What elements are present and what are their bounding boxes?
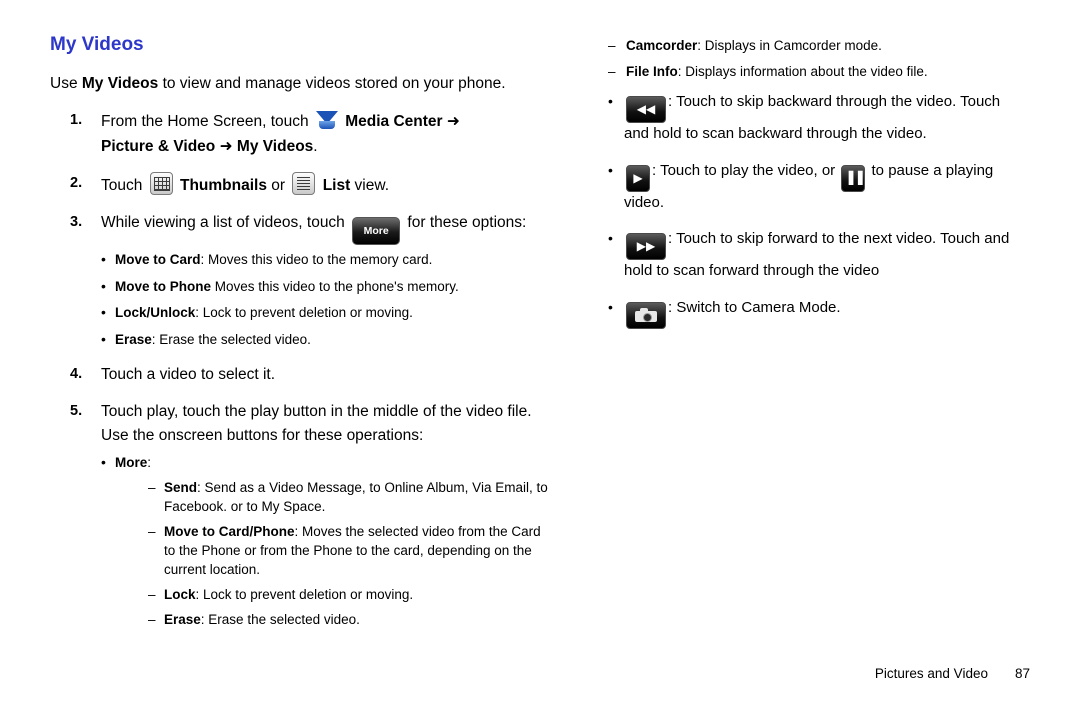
option-bold: Move to Phone: [115, 278, 212, 294]
sub-bold: Erase: [164, 611, 201, 627]
pause-icon[interactable]: ▐▐: [841, 164, 866, 192]
step-1-part1: From the Home Screen, touch: [101, 113, 313, 131]
more-colon: :: [147, 454, 152, 470]
skip-backward-icon[interactable]: ◀◀: [626, 96, 666, 124]
step-3-number: 3.: [70, 214, 83, 231]
intro-prefix: Use: [50, 75, 82, 92]
option-bold: Erase: [115, 331, 152, 347]
manual-page: My Videos Use My Videos to view and mana…: [0, 0, 1080, 720]
step-3: 3. While viewing a list of videos, touch…: [50, 211, 550, 349]
right-column: Camcorder: Displays in Camcorder mode. F…: [608, 36, 1028, 343]
sub-bold: Lock: [164, 586, 196, 602]
step-5-text: Touch play, touch the play button in the…: [101, 402, 532, 444]
step-1-bold1: Media Center: [345, 113, 443, 131]
step-4: 4. Touch a video to select it.: [50, 363, 550, 387]
play-icon[interactable]: ▶: [626, 164, 650, 192]
more-button[interactable]: More: [352, 217, 401, 246]
list-item: File Info: Displays information about th…: [608, 62, 1028, 81]
list-item: Move to Card: Moves this video to the me…: [101, 249, 550, 270]
skip-forward-icon[interactable]: ▶▶: [626, 233, 666, 261]
list-item: Erase: Erase the selected video.: [101, 329, 550, 350]
option-text: : Erase the selected video.: [151, 331, 311, 347]
list-item: : Switch to Camera Mode.: [608, 297, 1028, 329]
step-1-text: From the Home Screen, touch Media Center…: [101, 110, 460, 156]
option-text: Moves this video to the phone's memory.: [211, 278, 459, 294]
sub-text: : Lock to prevent deletion or moving.: [195, 586, 414, 602]
step-1-end: .: [313, 138, 318, 156]
list-item: Lock/Unlock: Lock to prevent deletion or…: [101, 302, 550, 323]
list-item: Lock: Lock to prevent deletion or moving…: [148, 586, 550, 605]
sub-bold: Move to Card/Phone: [164, 523, 295, 539]
dash-text: : Displays in Camcorder mode.: [697, 38, 882, 53]
option-bold: Lock/Unlock: [115, 305, 196, 321]
page-title: My Videos: [50, 34, 144, 55]
step-2-mid: or: [266, 177, 290, 195]
dash-text: : Displays information about the video f…: [677, 64, 928, 80]
step-2-bold2: List: [322, 177, 351, 195]
step-1-arrow1: ➜: [446, 112, 460, 131]
sub-text: : Erase the selected video.: [200, 611, 360, 627]
step-2-text: Touch Thumbnails or List view.: [101, 172, 390, 196]
list-item: ◀◀: Touch to skip backward through the v…: [608, 91, 1028, 146]
step-5-number: 5.: [70, 402, 83, 419]
step-4-text: Touch a video to select it.: [101, 365, 276, 383]
step-4-number: 4.: [70, 365, 83, 382]
list-item: More:: [101, 452, 550, 473]
dash-bold: File Info: [626, 64, 678, 80]
more-label: More: [115, 454, 148, 470]
list-item: Camcorder: Displays in Camcorder mode.: [608, 36, 1028, 55]
camera-mode-text: : Switch to Camera Mode.: [668, 298, 841, 316]
step-3-part1: While viewing a list of videos, touch: [101, 214, 350, 232]
list-item: Erase: Erase the selected video.: [148, 611, 550, 630]
sub-text: : Send as a Video Message, to Online Alb…: [164, 480, 548, 515]
step-3-part2: for these options:: [403, 214, 527, 232]
step-1: 1. From the Home Screen, touch Media Cen…: [50, 109, 550, 159]
right-dash-list: Camcorder: Displays in Camcorder mode. F…: [608, 36, 1028, 81]
step-1-number: 1.: [70, 112, 83, 129]
skip-backward-text: : Touch to skip backward through the vid…: [624, 93, 1001, 143]
step-2-bold1: Thumbnails: [179, 177, 267, 195]
thumbnails-grid-icon[interactable]: [149, 172, 173, 196]
playback-controls-list: ◀◀: Touch to skip backward through the v…: [608, 91, 1028, 329]
intro-suffix: to view and manage videos stored on your…: [158, 75, 506, 92]
footer-section: Pictures and Video: [874, 666, 988, 681]
list-view-icon[interactable]: [292, 172, 316, 196]
step-5-more-list: More:: [101, 452, 550, 473]
step-2-number: 2.: [70, 175, 83, 192]
step-5-sub-list: Send: Send as a Video Message, to Online…: [148, 479, 550, 629]
skip-forward-text: : Touch to skip forward to the next vide…: [624, 230, 1010, 280]
step-5: 5. Touch play, touch the play button in …: [50, 400, 550, 630]
step-1-arrow2: ➜: [219, 137, 233, 156]
page-footer: Pictures and Video 87: [875, 666, 1030, 681]
media-center-icon: [315, 110, 338, 131]
step-1-bold3: My Videos: [236, 138, 314, 156]
sub-bold: Send: [164, 480, 198, 496]
step-2-end: view.: [350, 177, 390, 195]
list-item: ▶: Touch to play the video, or ▐▐ to pau…: [608, 160, 1028, 215]
option-bold: Move to Card: [115, 252, 201, 268]
option-text: : Lock to prevent deletion or moving.: [195, 305, 413, 321]
camera-mode-icon[interactable]: [626, 301, 666, 329]
step-3-text: While viewing a list of videos, touch Mo…: [101, 214, 527, 246]
list-item: Move to Phone Moves this video to the ph…: [101, 276, 550, 297]
list-item: Move to Card/Phone: Moves the selected v…: [148, 523, 550, 580]
list-item: Send: Send as a Video Message, to Online…: [148, 479, 550, 517]
intro-bold: My Videos: [81, 75, 159, 92]
list-item: ▶▶: Touch to skip forward to the next vi…: [608, 228, 1028, 283]
play-text-pre: : Touch to play the video, or: [652, 161, 840, 179]
dash-bold: Camcorder: [626, 38, 698, 53]
step-3-options-list: Move to Card: Moves this video to the me…: [101, 249, 550, 350]
left-column: My Videos Use My Videos to view and mana…: [50, 34, 550, 642]
footer-page-number: 87: [1014, 666, 1030, 681]
step-1-bold2: Picture & Video: [101, 138, 216, 156]
step-2: 2. Touch Thumbnails or List view.: [50, 172, 550, 198]
steps-list: 1. From the Home Screen, touch Media Cen…: [50, 109, 550, 629]
intro-paragraph: Use My Videos to view and manage videos …: [50, 72, 550, 95]
step-2-part1: Touch: [101, 177, 147, 195]
option-text: : Moves this video to the memory card.: [200, 252, 433, 268]
